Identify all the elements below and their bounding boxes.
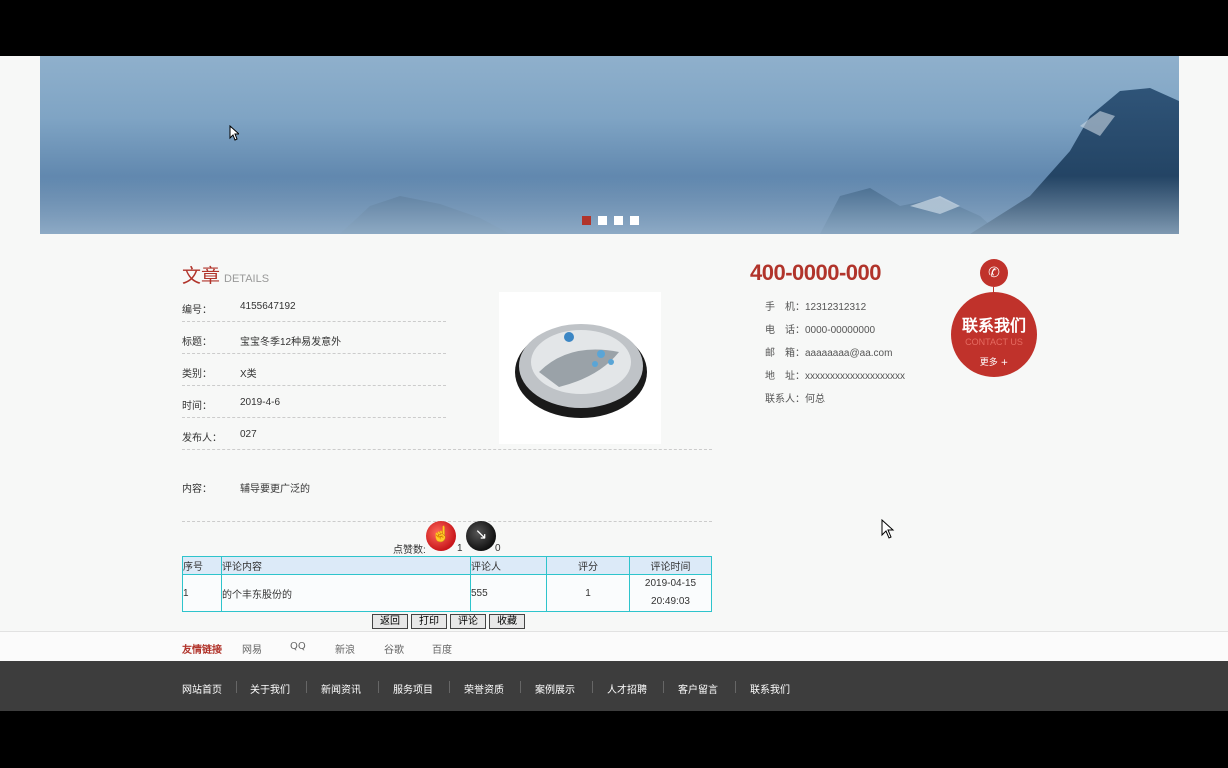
friend-link[interactable]: 网易 — [242, 641, 262, 656]
footer-sep — [520, 681, 521, 693]
friend-links-bar: 友情链接 网易 QQ 新浪 谷歌 百度 — [0, 631, 1228, 661]
cell-user: 555 — [470, 574, 547, 612]
friend-link[interactable]: 百度 — [432, 641, 452, 656]
slider-dot-4[interactable] — [630, 216, 639, 225]
down-count: 0 — [495, 543, 501, 554]
footer-nav-contact[interactable]: 联系我们 — [750, 681, 790, 696]
content-value: 辅导要更广泛的 — [240, 484, 310, 495]
article-subtitle: DETAILS — [224, 273, 270, 285]
table-row: 1 的个丰东股份的 555 1 2019-04-15 20:49:03 — [182, 574, 712, 612]
field-label: 编号： — [182, 305, 212, 316]
cell-time-date: 2019-04-15 — [644, 578, 697, 589]
mouse-cursor-icon — [881, 519, 895, 539]
slider-dot-3[interactable] — [614, 216, 623, 225]
thumbs-down-icon[interactable]: ↘ — [466, 521, 496, 551]
field-category: 类别： X类 — [182, 354, 446, 386]
print-button[interactable]: 打印 — [411, 614, 447, 629]
article-title: 文章 — [182, 265, 221, 287]
footer-sep — [378, 681, 379, 693]
footer-sep — [236, 681, 237, 693]
contact-tel: 电 话：0000-00000000 — [765, 325, 876, 336]
field-value: 2019-4-6 — [240, 397, 281, 408]
field-value: 宝宝冬季12种易发意外 — [240, 337, 342, 348]
badge-more-link[interactable]: 更多 + — [951, 355, 1037, 368]
footer-sep — [592, 681, 593, 693]
mouse-cursor-icon — [229, 125, 239, 141]
slider-dot-1[interactable] — [582, 216, 591, 225]
cell-content: 的个丰东股份的 — [221, 574, 471, 612]
field-publisher: 发布人： 027 — [182, 418, 446, 450]
cell-time: 2019-04-15 20:49:03 — [629, 574, 712, 612]
slider-dot-2[interactable] — [598, 216, 607, 225]
field-number: 编号： 4155647192 — [182, 290, 446, 322]
favorite-button[interactable]: 收藏 — [489, 614, 525, 629]
contact-mobile: 手 机：12312312312 — [765, 302, 867, 313]
content-row: 内容： 辅导要更广泛的 — [182, 480, 310, 495]
footer-sep — [449, 681, 450, 693]
field-label: 标题： — [182, 337, 212, 348]
friend-link[interactable]: QQ — [290, 641, 306, 652]
footer-nav-honors[interactable]: 荣誉资质 — [464, 681, 504, 696]
contact-address: 地 址：xxxxxxxxxxxxxxxxxxxx — [765, 371, 905, 382]
footer-nav-home[interactable]: 网站首页 — [182, 681, 222, 696]
contact-us-badge[interactable]: ✆ 联系我们 CONTACT US 更多 + — [951, 259, 1037, 377]
col-header: 评论时间 — [629, 556, 712, 575]
slider-dots — [582, 216, 639, 225]
field-value: X类 — [240, 369, 257, 380]
thumbs-up-icon[interactable]: ☝ — [426, 521, 456, 551]
contact-person: 联系人：何总 — [765, 394, 825, 405]
badge-circle: 联系我们 CONTACT US 更多 + — [951, 292, 1037, 377]
col-header: 评分 — [546, 556, 630, 575]
divider — [182, 449, 712, 450]
footer-nav-about[interactable]: 关于我们 — [250, 681, 290, 696]
friend-link[interactable]: 新浪 — [335, 641, 355, 656]
comments-table: 序号 评论内容 评论人 评分 评论时间 1 的个丰东股份的 555 1 2019… — [182, 556, 712, 612]
robot-vacuum-image — [515, 324, 647, 418]
field-label: 发布人： — [182, 433, 222, 444]
badge-title: 联系我们 — [961, 316, 1026, 335]
footer-sep — [735, 681, 736, 693]
col-header: 序号 — [182, 556, 222, 575]
friend-link[interactable]: 谷歌 — [384, 641, 404, 656]
action-buttons: 返回 打印 评论 收藏 — [372, 614, 525, 629]
col-header: 评论内容 — [221, 556, 471, 575]
page: 文章 DETAILS 编号： 4155647192 标题： 宝宝冬季12种易发意外… — [0, 56, 1228, 711]
footer-sep — [663, 681, 664, 693]
table-header-row: 序号 评论内容 评论人 评分 评论时间 — [182, 556, 712, 575]
product-image — [499, 292, 661, 444]
col-header: 评论人 — [470, 556, 547, 575]
comment-button[interactable]: 评论 — [450, 614, 486, 629]
hero-banner — [40, 56, 1179, 234]
up-count: 1 — [457, 543, 463, 554]
field-value: 4155647192 — [240, 301, 296, 312]
footer-nav-jobs[interactable]: 人才招聘 — [607, 681, 647, 696]
mountain-landscape-image — [40, 88, 1179, 234]
field-value: 027 — [240, 429, 257, 440]
footer-sep — [306, 681, 307, 693]
field-title: 标题： 宝宝冬季12种易发意外 — [182, 322, 446, 354]
contact-email: 邮 箱：aaaaaaaa@aa.com — [765, 348, 893, 359]
cell-time-clock: 20:49:03 — [651, 596, 690, 607]
back-button[interactable]: 返回 — [372, 614, 408, 629]
content-label: 内容： — [182, 484, 212, 495]
field-time: 时间： 2019-4-6 — [182, 386, 446, 418]
field-label: 类别： — [182, 369, 212, 380]
field-label: 时间： — [182, 401, 212, 412]
footer-nav-news[interactable]: 新闻资讯 — [321, 681, 361, 696]
vote-label: 点赞数: — [393, 545, 426, 556]
footer-nav-messages[interactable]: 客户留言 — [678, 681, 718, 696]
friend-links-title: 友情链接 — [182, 645, 222, 656]
cell-score: 1 — [546, 574, 630, 612]
phone-icon: ✆ — [980, 259, 1008, 287]
footer-nav-services[interactable]: 服务项目 — [393, 681, 433, 696]
footer: 网站首页 关于我们 新闻资讯 服务项目 荣誉资质 案例展示 人才招聘 客户留言 … — [0, 661, 1228, 711]
footer-nav-cases[interactable]: 案例展示 — [535, 681, 575, 696]
cell-no: 1 — [182, 574, 222, 612]
article-heading: 文章 DETAILS — [182, 261, 269, 288]
badge-subtitle: CONTACT US — [965, 337, 1023, 347]
hotline-number: 400-0000-000 — [750, 260, 882, 285]
